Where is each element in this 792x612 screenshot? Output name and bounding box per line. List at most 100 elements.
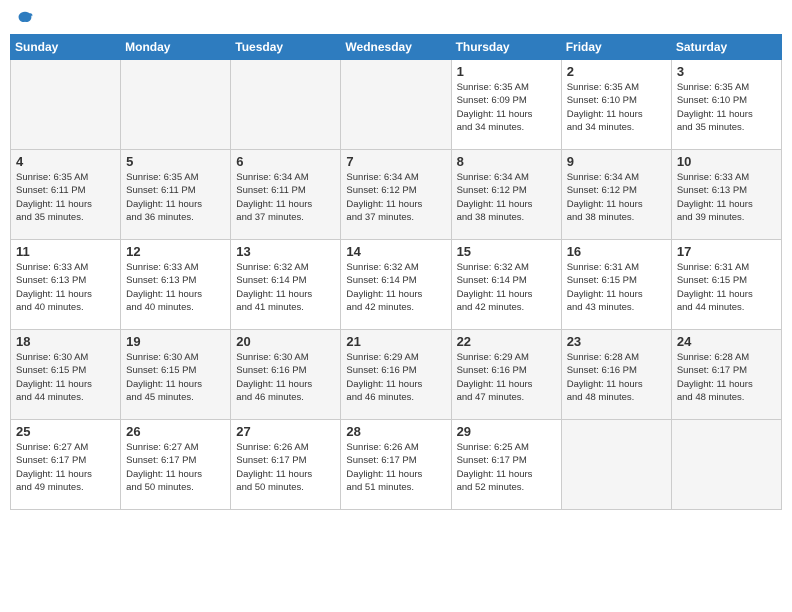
day-number: 28 xyxy=(346,424,445,439)
day-number: 27 xyxy=(236,424,335,439)
calendar-cell xyxy=(671,420,781,510)
day-number: 11 xyxy=(16,244,115,259)
day-info: Sunrise: 6:28 AM Sunset: 6:17 PM Dayligh… xyxy=(677,351,776,404)
day-number: 6 xyxy=(236,154,335,169)
day-info: Sunrise: 6:35 AM Sunset: 6:09 PM Dayligh… xyxy=(457,81,556,134)
day-info: Sunrise: 6:29 AM Sunset: 6:16 PM Dayligh… xyxy=(457,351,556,404)
calendar-week-3: 11 Sunrise: 6:33 AM Sunset: 6:13 PM Dayli… xyxy=(11,240,782,330)
day-info: Sunrise: 6:27 AM Sunset: 6:17 PM Dayligh… xyxy=(126,441,225,494)
day-info: Sunrise: 6:29 AM Sunset: 6:16 PM Dayligh… xyxy=(346,351,445,404)
calendar-cell: 10 Sunrise: 6:33 AM Sunset: 6:13 PM Dayli… xyxy=(671,150,781,240)
calendar-header-tuesday: Tuesday xyxy=(231,35,341,60)
day-number: 22 xyxy=(457,334,556,349)
calendar-cell: 6 Sunrise: 6:34 AM Sunset: 6:11 PM Daylig… xyxy=(231,150,341,240)
calendar-cell: 18 Sunrise: 6:30 AM Sunset: 6:15 PM Dayli… xyxy=(11,330,121,420)
day-number: 17 xyxy=(677,244,776,259)
day-number: 19 xyxy=(126,334,225,349)
calendar-week-4: 18 Sunrise: 6:30 AM Sunset: 6:15 PM Dayli… xyxy=(11,330,782,420)
day-number: 7 xyxy=(346,154,445,169)
day-info: Sunrise: 6:31 AM Sunset: 6:15 PM Dayligh… xyxy=(567,261,666,314)
day-number: 2 xyxy=(567,64,666,79)
day-number: 29 xyxy=(457,424,556,439)
calendar-cell: 25Sunrise: 6:27 AM Sunset: 6:17 PM Dayli… xyxy=(11,420,121,510)
calendar-header-saturday: Saturday xyxy=(671,35,781,60)
day-number: 20 xyxy=(236,334,335,349)
calendar-cell: 19 Sunrise: 6:30 AM Sunset: 6:15 PM Dayli… xyxy=(121,330,231,420)
day-info: Sunrise: 6:26 AM Sunset: 6:17 PM Dayligh… xyxy=(236,441,335,494)
day-info: Sunrise: 6:34 AM Sunset: 6:12 PM Dayligh… xyxy=(346,171,445,224)
calendar-cell: 22 Sunrise: 6:29 AM Sunset: 6:16 PM Dayli… xyxy=(451,330,561,420)
calendar-cell: 26 Sunrise: 6:27 AM Sunset: 6:17 PM Dayli… xyxy=(121,420,231,510)
calendar-header-sunday: Sunday xyxy=(11,35,121,60)
day-info: Sunrise: 6:33 AM Sunset: 6:13 PM Dayligh… xyxy=(16,261,115,314)
calendar-cell: 8 Sunrise: 6:34 AM Sunset: 6:12 PM Daylig… xyxy=(451,150,561,240)
calendar-cell xyxy=(231,60,341,150)
day-number: 9 xyxy=(567,154,666,169)
calendar-header-monday: Monday xyxy=(121,35,231,60)
day-info: Sunrise: 6:31 AM Sunset: 6:15 PM Dayligh… xyxy=(677,261,776,314)
day-info: Sunrise: 6:35 AM Sunset: 6:10 PM Dayligh… xyxy=(567,81,666,134)
calendar-body: 1 Sunrise: 6:35 AM Sunset: 6:09 PM Daylig… xyxy=(11,60,782,510)
calendar-cell: 14Sunrise: 6:32 AM Sunset: 6:14 PM Dayli… xyxy=(341,240,451,330)
day-number: 8 xyxy=(457,154,556,169)
calendar-cell: 21 Sunrise: 6:29 AM Sunset: 6:16 PM Dayli… xyxy=(341,330,451,420)
day-info: Sunrise: 6:34 AM Sunset: 6:12 PM Dayligh… xyxy=(567,171,666,224)
day-number: 1 xyxy=(457,64,556,79)
calendar-cell: 3Sunrise: 6:35 AM Sunset: 6:10 PM Daylig… xyxy=(671,60,781,150)
day-number: 3 xyxy=(677,64,776,79)
calendar-cell: 27 Sunrise: 6:26 AM Sunset: 6:17 PM Dayli… xyxy=(231,420,341,510)
calendar-cell: 9 Sunrise: 6:34 AM Sunset: 6:12 PM Daylig… xyxy=(561,150,671,240)
day-info: Sunrise: 6:32 AM Sunset: 6:14 PM Dayligh… xyxy=(457,261,556,314)
calendar-header-thursday: Thursday xyxy=(451,35,561,60)
calendar-header-row: SundayMondayTuesdayWednesdayThursdayFrid… xyxy=(11,35,782,60)
day-info: Sunrise: 6:30 AM Sunset: 6:15 PM Dayligh… xyxy=(126,351,225,404)
day-number: 18 xyxy=(16,334,115,349)
calendar-cell: 4 Sunrise: 6:35 AM Sunset: 6:11 PM Daylig… xyxy=(11,150,121,240)
calendar-cell: 24 Sunrise: 6:28 AM Sunset: 6:17 PM Dayli… xyxy=(671,330,781,420)
calendar-cell: 2 Sunrise: 6:35 AM Sunset: 6:10 PM Daylig… xyxy=(561,60,671,150)
day-info: Sunrise: 6:33 AM Sunset: 6:13 PM Dayligh… xyxy=(126,261,225,314)
calendar-cell: 5 Sunrise: 6:35 AM Sunset: 6:11 PM Daylig… xyxy=(121,150,231,240)
day-number: 10 xyxy=(677,154,776,169)
logo-bird-icon xyxy=(16,10,34,28)
calendar-header-wednesday: Wednesday xyxy=(341,35,451,60)
day-number: 26 xyxy=(126,424,225,439)
day-number: 25 xyxy=(16,424,115,439)
day-number: 5 xyxy=(126,154,225,169)
calendar-cell: 12 Sunrise: 6:33 AM Sunset: 6:13 PM Dayli… xyxy=(121,240,231,330)
calendar-cell: 28 Sunrise: 6:26 AM Sunset: 6:17 PM Dayli… xyxy=(341,420,451,510)
calendar-cell: 17 Sunrise: 6:31 AM Sunset: 6:15 PM Dayli… xyxy=(671,240,781,330)
day-info: Sunrise: 6:34 AM Sunset: 6:12 PM Dayligh… xyxy=(457,171,556,224)
day-number: 14 xyxy=(346,244,445,259)
calendar-table: SundayMondayTuesdayWednesdayThursdayFrid… xyxy=(10,34,782,510)
calendar-cell xyxy=(11,60,121,150)
day-info: Sunrise: 6:33 AM Sunset: 6:13 PM Dayligh… xyxy=(677,171,776,224)
calendar-cell xyxy=(121,60,231,150)
calendar-cell xyxy=(561,420,671,510)
day-number: 21 xyxy=(346,334,445,349)
calendar-header-friday: Friday xyxy=(561,35,671,60)
day-info: Sunrise: 6:25 AM Sunset: 6:17 PM Dayligh… xyxy=(457,441,556,494)
day-number: 13 xyxy=(236,244,335,259)
day-info: Sunrise: 6:26 AM Sunset: 6:17 PM Dayligh… xyxy=(346,441,445,494)
logo xyxy=(14,10,34,28)
day-number: 24 xyxy=(677,334,776,349)
calendar-cell xyxy=(341,60,451,150)
day-number: 12 xyxy=(126,244,225,259)
day-number: 4 xyxy=(16,154,115,169)
day-info: Sunrise: 6:35 AM Sunset: 6:11 PM Dayligh… xyxy=(126,171,225,224)
calendar-cell: 7 Sunrise: 6:34 AM Sunset: 6:12 PM Daylig… xyxy=(341,150,451,240)
day-number: 23 xyxy=(567,334,666,349)
calendar-cell: 23 Sunrise: 6:28 AM Sunset: 6:16 PM Dayli… xyxy=(561,330,671,420)
calendar-cell: 15Sunrise: 6:32 AM Sunset: 6:14 PM Dayli… xyxy=(451,240,561,330)
calendar-cell: 13Sunrise: 6:32 AM Sunset: 6:14 PM Dayli… xyxy=(231,240,341,330)
calendar-cell: 20Sunrise: 6:30 AM Sunset: 6:16 PM Dayli… xyxy=(231,330,341,420)
day-number: 16 xyxy=(567,244,666,259)
calendar-cell: 11 Sunrise: 6:33 AM Sunset: 6:13 PM Dayli… xyxy=(11,240,121,330)
day-info: Sunrise: 6:34 AM Sunset: 6:11 PM Dayligh… xyxy=(236,171,335,224)
day-info: Sunrise: 6:28 AM Sunset: 6:16 PM Dayligh… xyxy=(567,351,666,404)
calendar-week-1: 1 Sunrise: 6:35 AM Sunset: 6:09 PM Daylig… xyxy=(11,60,782,150)
day-info: Sunrise: 6:30 AM Sunset: 6:15 PM Dayligh… xyxy=(16,351,115,404)
day-info: Sunrise: 6:35 AM Sunset: 6:11 PM Dayligh… xyxy=(16,171,115,224)
calendar-week-5: 25 Sunrise: 6:27 AM Sunset: 6:17 PM Dayli… xyxy=(11,420,782,510)
